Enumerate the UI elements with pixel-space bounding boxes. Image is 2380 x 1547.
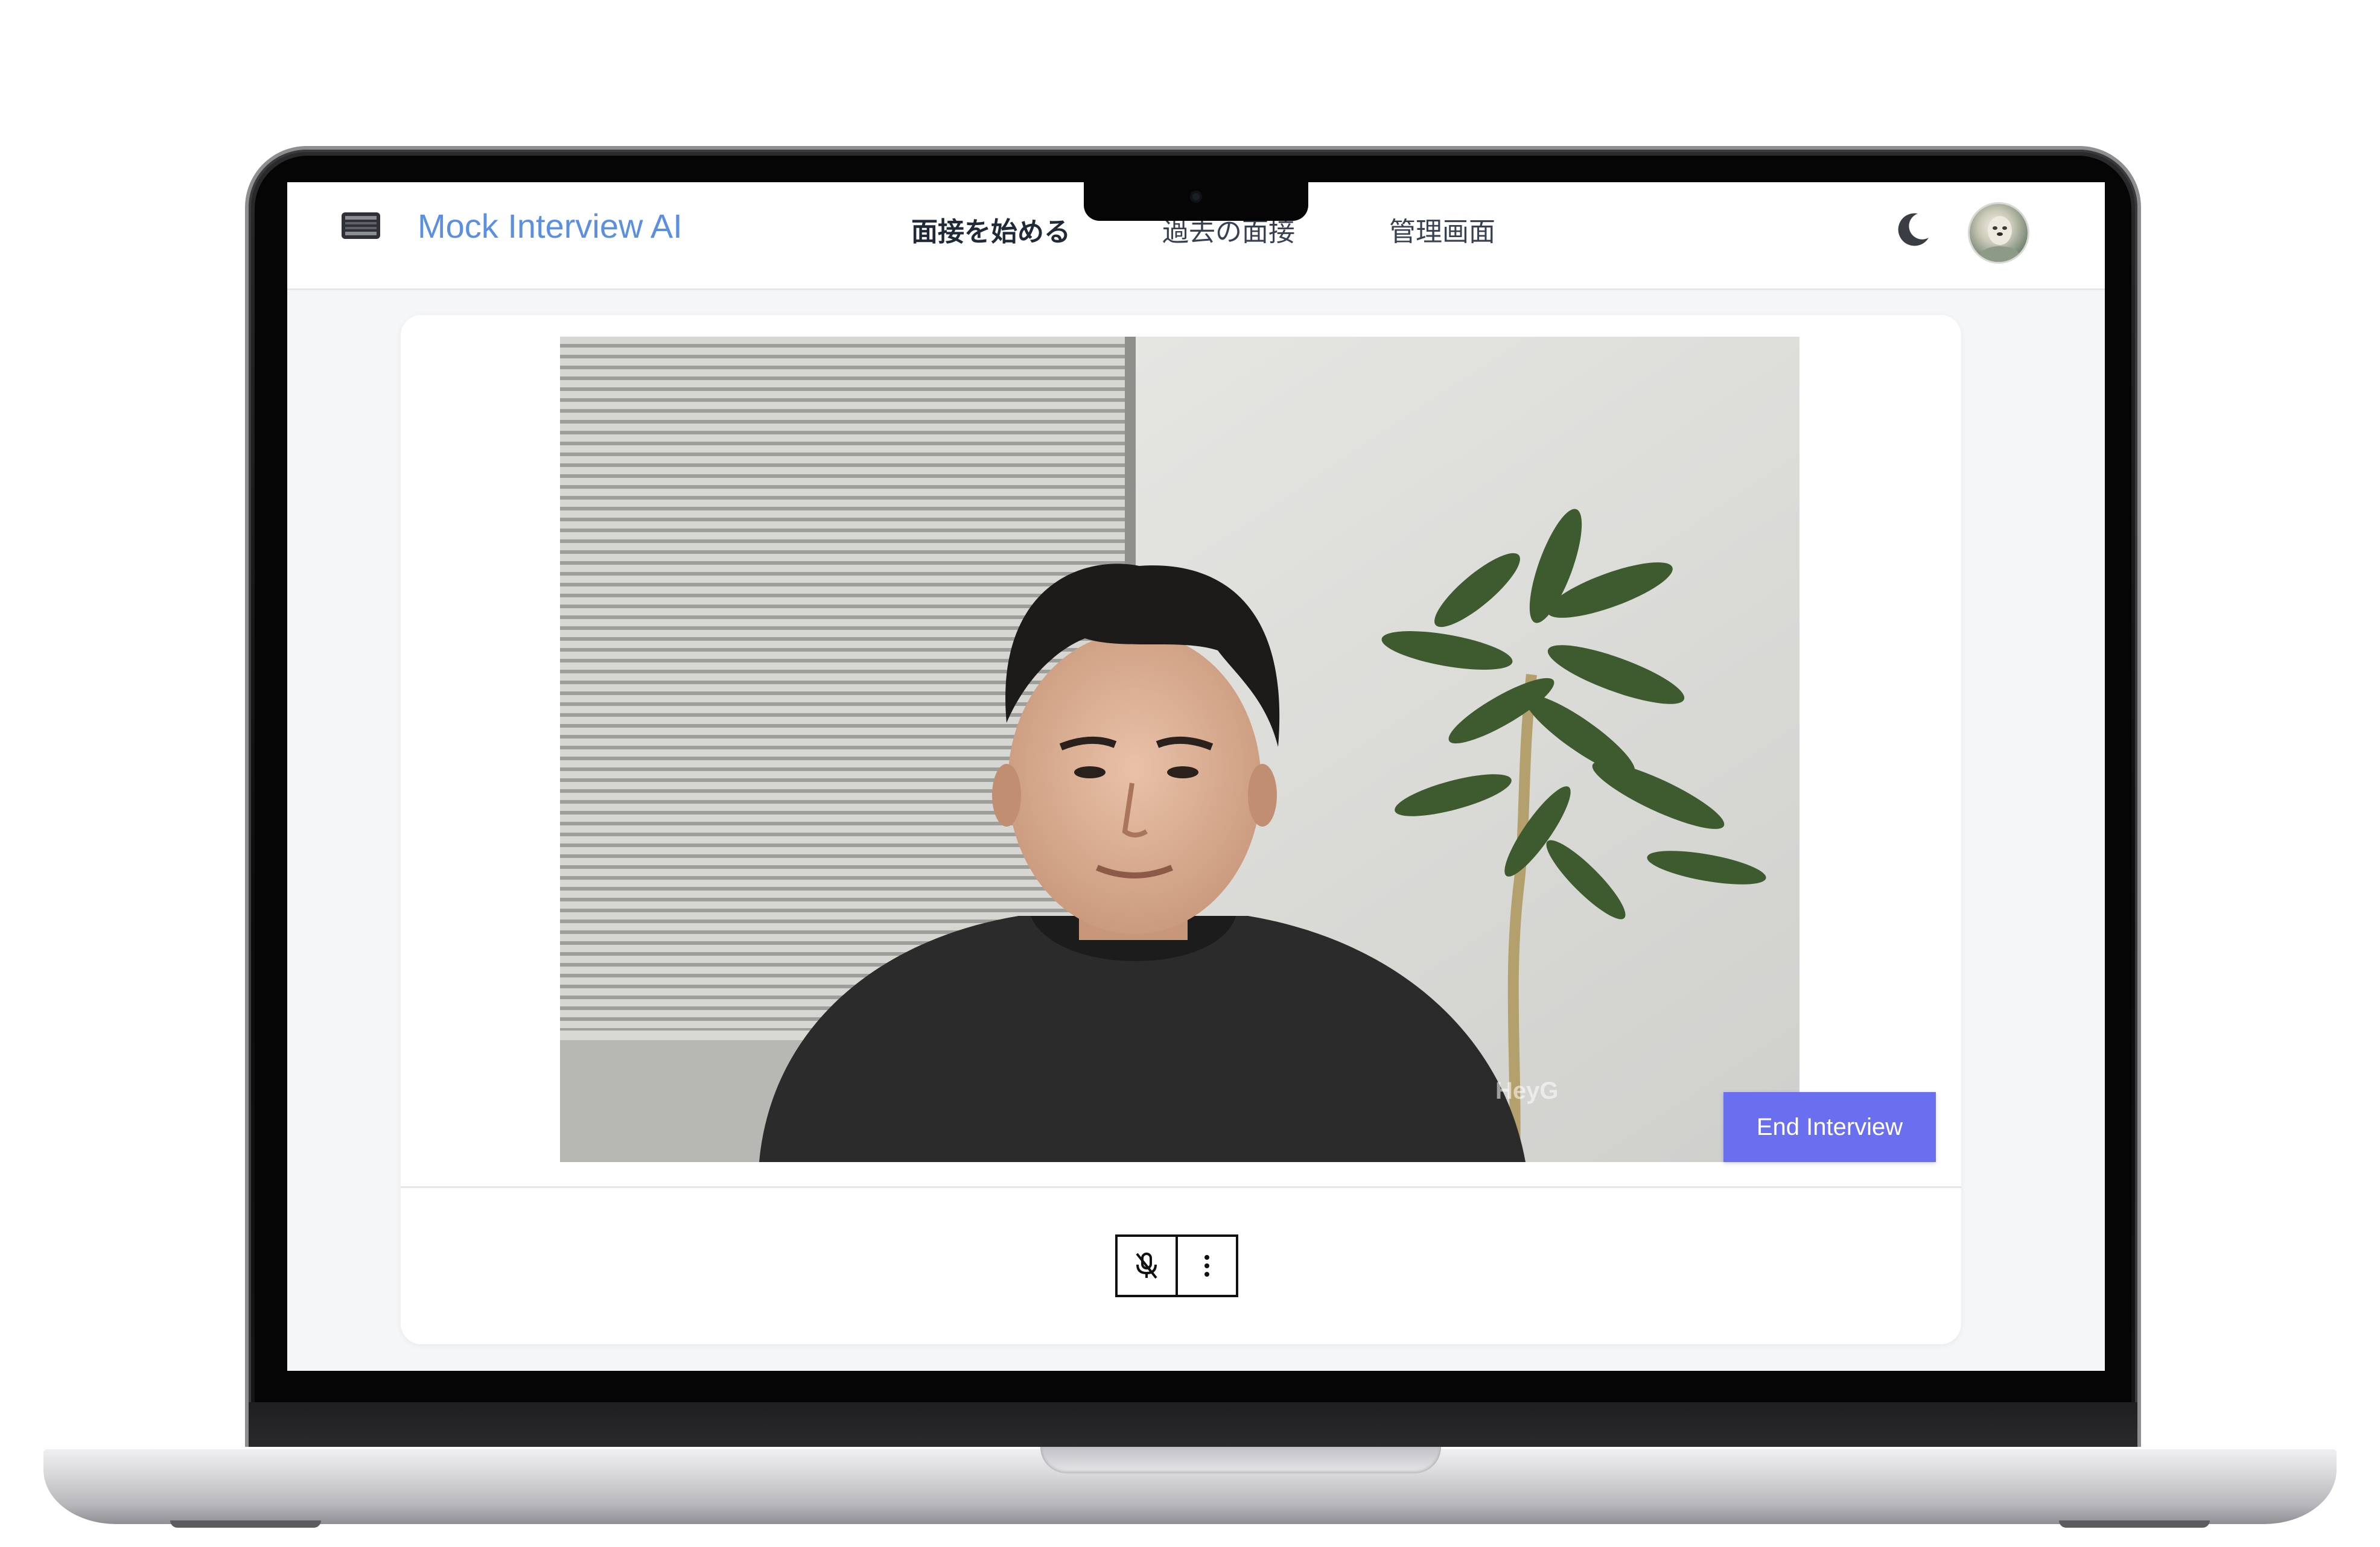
user-avatar[interactable] bbox=[1970, 204, 2028, 262]
nav-admin[interactable]: 管理画面 bbox=[1389, 210, 1495, 249]
card-divider bbox=[401, 1186, 1961, 1188]
end-interview-button[interactable]: End Interview bbox=[1723, 1092, 1936, 1162]
product-mockup: Mock Interview AI 面接を始める 過去の面接 管理画面 HeyG… bbox=[0, 0, 2380, 1547]
video-watermark: HeyG bbox=[1495, 1078, 1559, 1104]
mic-muted-icon[interactable] bbox=[1115, 1234, 1178, 1297]
app-logo-icon[interactable] bbox=[340, 211, 381, 241]
moon-icon[interactable] bbox=[1891, 209, 1933, 251]
laptop-thumb-notch bbox=[1040, 1447, 1441, 1473]
media-controls bbox=[1115, 1234, 1238, 1297]
app-title[interactable]: Mock Interview AI bbox=[418, 206, 682, 246]
nav-start-interview[interactable]: 面接を始める bbox=[911, 210, 1071, 249]
camera-icon bbox=[1190, 191, 1202, 203]
interviewer-video-frame bbox=[560, 337, 1799, 1162]
avatar-video bbox=[560, 337, 1799, 1162]
laptop-base bbox=[43, 1447, 2337, 1524]
app-screen: Mock Interview AI 面接を始める 過去の面接 管理画面 HeyG… bbox=[287, 182, 2105, 1371]
camera-notch bbox=[1084, 182, 1308, 221]
laptop-foot-right bbox=[2059, 1520, 2210, 1528]
more-vertical-icon[interactable] bbox=[1176, 1234, 1238, 1297]
laptop-foot-left bbox=[170, 1520, 321, 1528]
interview-card: HeyG End Interview bbox=[401, 315, 1961, 1344]
